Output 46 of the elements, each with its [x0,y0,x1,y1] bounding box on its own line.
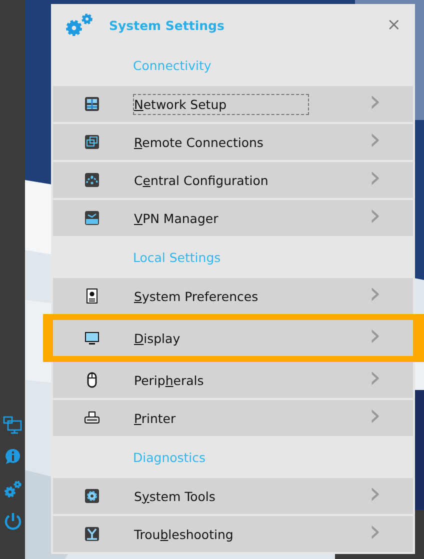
menu-item[interactable]: Remote Connections › [53,124,413,160]
chevron-icon: › [369,279,413,309]
printer-icon [84,410,100,426]
section-heading: Connectivity [132,56,212,75]
chevron-icon: › [369,201,413,231]
menu-item[interactable]: Network Setup › [53,86,413,122]
section-heading: Local Settings [132,248,222,267]
wifi-icon [84,172,100,188]
network-icon [84,96,100,112]
chevron-icon: › [369,87,413,117]
menu-item[interactable]: Printer › [53,400,413,436]
menu-item[interactable]: VPN Manager › [53,200,413,236]
item-label: Central Configuration [133,172,270,190]
info-icon[interactable] [2,447,22,467]
close-button[interactable]: × [374,15,413,35]
item-label: Troubleshooting [133,526,234,544]
item-label: Network Setup [133,94,309,114]
item-label: System Tools [133,488,216,506]
gears-icon[interactable] [2,479,22,499]
section-heading: Diagnostics [132,448,207,467]
item-label: Display [133,330,182,348]
dialog-title: System Settings [109,18,226,32]
menu-item[interactable]: System Preferences › [53,278,413,314]
menu-item[interactable]: Display › [43,314,424,362]
item-label: Remote Connections [133,134,264,152]
monitor-icon [84,330,100,346]
chevron-icon: › [369,517,413,547]
item-label: VPN Manager [133,210,220,228]
chevron-icon: › [369,125,413,155]
chevron-icon: › [369,479,413,509]
menu-item[interactable]: Troubleshooting › [53,516,413,552]
menu-item[interactable]: Central Configuration › [53,162,413,198]
chevron-icon: › [369,321,413,351]
chevron-icon: › [369,401,413,431]
menu-item[interactable]: Peripherals › [53,362,413,398]
power-icon[interactable] [2,511,22,531]
item-label: Printer [133,410,177,428]
windows-icon [84,134,100,150]
item-label: System Preferences [133,288,260,306]
network-icon[interactable] [2,415,22,435]
vpn-icon [84,210,100,226]
item-label: Peripherals [133,372,205,390]
chevron-icon: › [369,363,413,393]
gear-icon [84,488,100,504]
menu-item[interactable]: System Tools › [53,478,413,514]
chevron-icon: › [369,163,413,193]
